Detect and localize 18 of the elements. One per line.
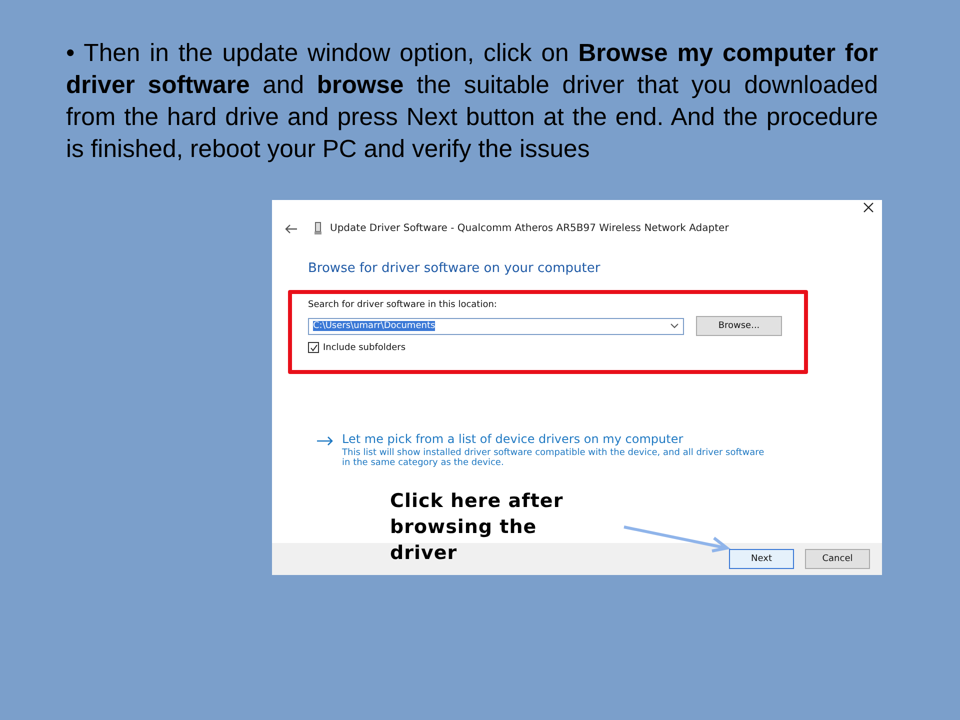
- back-arrow-icon[interactable]: [284, 224, 298, 234]
- cancel-button[interactable]: Cancel: [805, 549, 870, 569]
- instruction-paragraph: • Then in the update window option, click on Browse my computer for driver software and browse the suitable driver that you downloaded from the hard drive and press Next button at the end. And the procedure is finished, reboot your PC and verify the issues: [66, 39, 878, 165]
- next-button[interactable]: Next: [729, 549, 794, 569]
- device-icon: [314, 222, 322, 235]
- page-heading: Browse for driver software on your computer: [308, 261, 600, 276]
- location-label: Search for driver software in this location:: [308, 300, 497, 310]
- pick-driver-link[interactable]: Let me pick from a list of device drivers on my computer: [342, 432, 684, 446]
- link-description: This list will show installed driver software compatible with the device, and all driver software in the same category as the device.: [342, 448, 766, 468]
- include-subfolders-checkbox[interactable]: [308, 342, 319, 353]
- dropdown-caret-icon: [670, 323, 679, 329]
- arrow-right-icon: [316, 436, 334, 446]
- window-title: Update Driver Software - Qualcomm Atheros AR5B97 Wireless Network Adapter: [330, 223, 729, 234]
- annotation-text: Click here after browsing the driver: [390, 489, 564, 566]
- location-combobox[interactable]: C:\Users\umarr\Documents: [308, 318, 684, 334]
- close-icon[interactable]: [863, 202, 874, 213]
- checkbox-label[interactable]: Include subfolders: [323, 342, 406, 352]
- browse-button[interactable]: Browse...: [696, 316, 782, 336]
